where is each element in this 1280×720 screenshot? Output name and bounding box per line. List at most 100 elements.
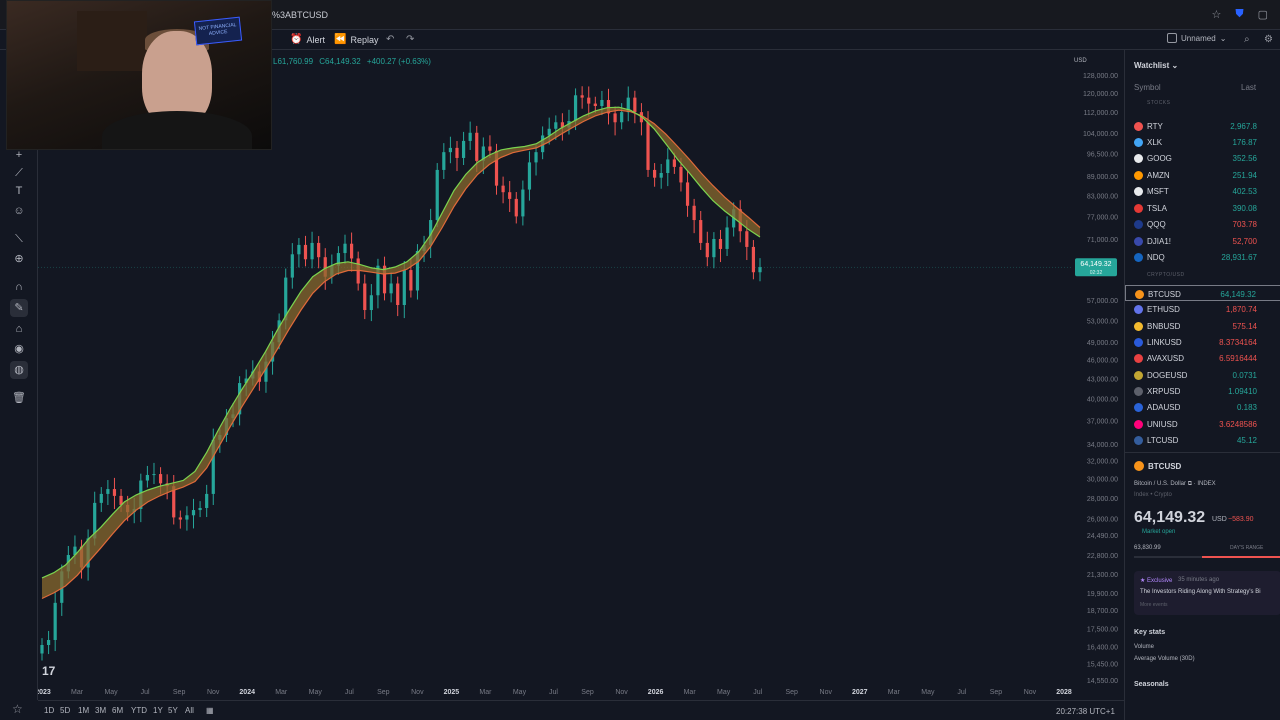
range-all[interactable]: All xyxy=(185,706,194,715)
candle-body xyxy=(751,246,756,273)
text-tool[interactable]: T xyxy=(10,182,28,200)
day-range-label: DAY'S RANGE xyxy=(1230,545,1264,551)
range-5y[interactable]: 5Y xyxy=(168,706,178,715)
detail-exchange: INDEX xyxy=(1197,481,1216,487)
watchlist-row-ltcusd[interactable]: LTCUSD 45.12 xyxy=(1125,432,1280,448)
seasonals-heading[interactable]: Seasonals xyxy=(1134,681,1169,688)
candle-body xyxy=(317,242,321,258)
price-tick-label: 96,500.00 xyxy=(1087,152,1118,159)
goto-date-icon[interactable]: ▦ xyxy=(206,706,214,715)
redo-button[interactable]: ↷ xyxy=(406,34,414,45)
address-bar-text[interactable]: %3ABTCUSD xyxy=(272,10,328,20)
alert-button[interactable]: ⏰ Alert xyxy=(290,34,325,45)
external-link-icon[interactable]: ⧉ xyxy=(1188,481,1192,487)
range-1y[interactable]: 1Y xyxy=(153,706,163,715)
watchlist-row-ndq[interactable]: NDQ 28,931.67 xyxy=(1125,249,1280,265)
column-symbol[interactable]: Symbol xyxy=(1134,83,1161,92)
watchlist-row-xrpusd[interactable]: XRPUSD 1.09410 xyxy=(1125,383,1280,399)
gear-icon: ⚙ xyxy=(1264,34,1273,45)
news-card[interactable]: ★ Exclusive 35 minutes ago The Investors… xyxy=(1134,571,1280,615)
watchlist-row-linkusd[interactable]: LINKUSD 8.3734164 xyxy=(1125,334,1280,350)
eye-icon[interactable]: ◉ xyxy=(10,340,28,358)
watchlist-symbol: DOGEUSD xyxy=(1147,371,1188,380)
watchlist-row-tsla[interactable]: TSLA 390.08 xyxy=(1125,200,1280,216)
undo-button[interactable]: ↶ xyxy=(386,34,394,45)
range-1m[interactable]: 1M xyxy=(78,706,89,715)
section-crypto[interactable]: CRYPTO/USD xyxy=(1147,272,1185,278)
watchlist-row-msft[interactable]: MSFT 402.53 xyxy=(1125,183,1280,199)
lock-icon[interactable]: ⌂ xyxy=(10,320,28,338)
news-headline[interactable]: The Investors Riding Along With Strategy… xyxy=(1140,589,1261,595)
price-tick-label: 21,300.00 xyxy=(1087,572,1118,579)
watchlist-row-goog[interactable]: GOOG 352.56 xyxy=(1125,150,1280,166)
watchlist-title[interactable]: Watchlist ⌄ xyxy=(1134,61,1178,70)
range-bar: 1D 5D 1M 3M 6M YTD 1Y 5Y All ▦ 20:27:38 … xyxy=(38,700,1124,720)
range-5d[interactable]: 5D xyxy=(60,706,70,715)
detail-symbol[interactable]: BTCUSD xyxy=(1148,462,1181,471)
watchlist-row-btcusd[interactable]: BTCUSD 64,149.32 xyxy=(1125,285,1280,301)
watchlist-last: 6.5916444 xyxy=(1219,354,1257,363)
candle-body xyxy=(672,159,676,167)
section-stocks[interactable]: STOCKS xyxy=(1147,100,1170,106)
range-1d[interactable]: 1D xyxy=(44,706,54,715)
smiley-icon[interactable]: ☺ xyxy=(10,202,28,220)
watchlist-row-rty[interactable]: RTY 2,967.8 xyxy=(1125,118,1280,134)
watchlist-row-amzn[interactable]: AMZN 251.94 xyxy=(1125,167,1280,183)
time-tick-label: Nov xyxy=(820,689,833,696)
watchlist-panel: Watchlist ⌄ Symbol Last STOCKS CRYPTO/US… xyxy=(1124,50,1280,720)
price-axis[interactable] xyxy=(1072,50,1124,700)
symbol-logo-icon xyxy=(1134,305,1143,314)
candle-body xyxy=(508,192,512,199)
ruler-icon[interactable]: ⟍ xyxy=(10,230,28,248)
layout-selector[interactable]: Unnamed ⌄ xyxy=(1167,33,1226,43)
range-3m[interactable]: 3M xyxy=(95,706,106,715)
watchlist-last: 3.6248586 xyxy=(1219,420,1257,429)
trend-line-tool[interactable]: ⟋ xyxy=(10,164,28,182)
favorites-star-icon[interactable]: ☆ xyxy=(12,702,23,716)
candle-body xyxy=(435,169,439,221)
currency-label[interactable]: USD xyxy=(1074,58,1087,64)
watchlist-row-adausd[interactable]: ADAUSD 0.183 xyxy=(1125,399,1280,415)
detail-name: Bitcoin / U.S. Dollar ⧉ · INDEX xyxy=(1134,481,1216,487)
key-stats-heading: Key stats xyxy=(1134,629,1166,636)
watchlist-row-djia1[interactable]: DJIA1! 52,700 xyxy=(1125,233,1280,249)
watchlist-row-ethusd[interactable]: ETHUSD 1,870.74 xyxy=(1125,301,1280,317)
range-ytd[interactable]: YTD xyxy=(131,706,147,715)
watchlist-row-xlk[interactable]: XLK 176.87 xyxy=(1125,134,1280,150)
candle-body xyxy=(205,493,209,508)
watchlist-row-uniusd[interactable]: UNIUSD 3.6248586 xyxy=(1125,416,1280,432)
price-tick-label: 53,000.00 xyxy=(1087,318,1118,325)
search-icon: ⌕ xyxy=(1244,34,1250,45)
time-tick-label: Mar xyxy=(479,689,492,696)
price-tick-label: 14,550.00 xyxy=(1087,678,1118,685)
shield-icon[interactable]: ⛊ xyxy=(1235,8,1243,21)
window-icon[interactable]: ▢ xyxy=(1258,8,1268,21)
news-more-link[interactable]: More events xyxy=(1140,602,1168,608)
webcam-overlay: NOT FINANCIAL ADVICE xyxy=(6,0,272,150)
globe-icon[interactable]: ◍ xyxy=(10,361,28,379)
trash-icon[interactable]: 🗑 xyxy=(10,389,28,407)
magnet-icon[interactable]: ∩ xyxy=(10,278,28,296)
quick-search-button[interactable]: ⌕ xyxy=(1244,34,1250,45)
pencil-icon[interactable]: ✎ xyxy=(10,299,28,317)
column-last[interactable]: Last xyxy=(1241,83,1256,92)
candle-body xyxy=(40,645,44,654)
range-6m[interactable]: 6M xyxy=(112,706,123,715)
star-icon[interactable]: ☆ xyxy=(1211,8,1221,21)
watchlist-row-bnbusd[interactable]: BNBUSD 575.14 xyxy=(1125,318,1280,334)
replay-button[interactable]: ⏪ Replay xyxy=(334,34,378,45)
price-tick-label: 120,000.00 xyxy=(1083,91,1118,98)
watchlist-row-avaxusd[interactable]: AVAXUSD 6.5916444 xyxy=(1125,350,1280,366)
watchlist-row-qqq[interactable]: QQQ 703.78 xyxy=(1125,216,1280,232)
time-tick-label: 2026 xyxy=(648,689,664,696)
time-tick-label: May xyxy=(513,689,527,696)
chevron-down-icon: ⌄ xyxy=(1219,33,1227,43)
candle-body xyxy=(593,103,597,107)
clock[interactable]: 20:27:38 UTC+1 xyxy=(1056,707,1115,716)
candle-body xyxy=(527,162,532,190)
watchlist-row-dogeusd[interactable]: DOGEUSD 0.0731 xyxy=(1125,367,1280,383)
settings-button[interactable]: ⚙ xyxy=(1264,34,1273,45)
symbol-logo-icon xyxy=(1134,154,1143,163)
watchlist-symbol: DJIA1! xyxy=(1147,237,1172,246)
zoom-icon[interactable]: ⊕ xyxy=(10,250,28,268)
